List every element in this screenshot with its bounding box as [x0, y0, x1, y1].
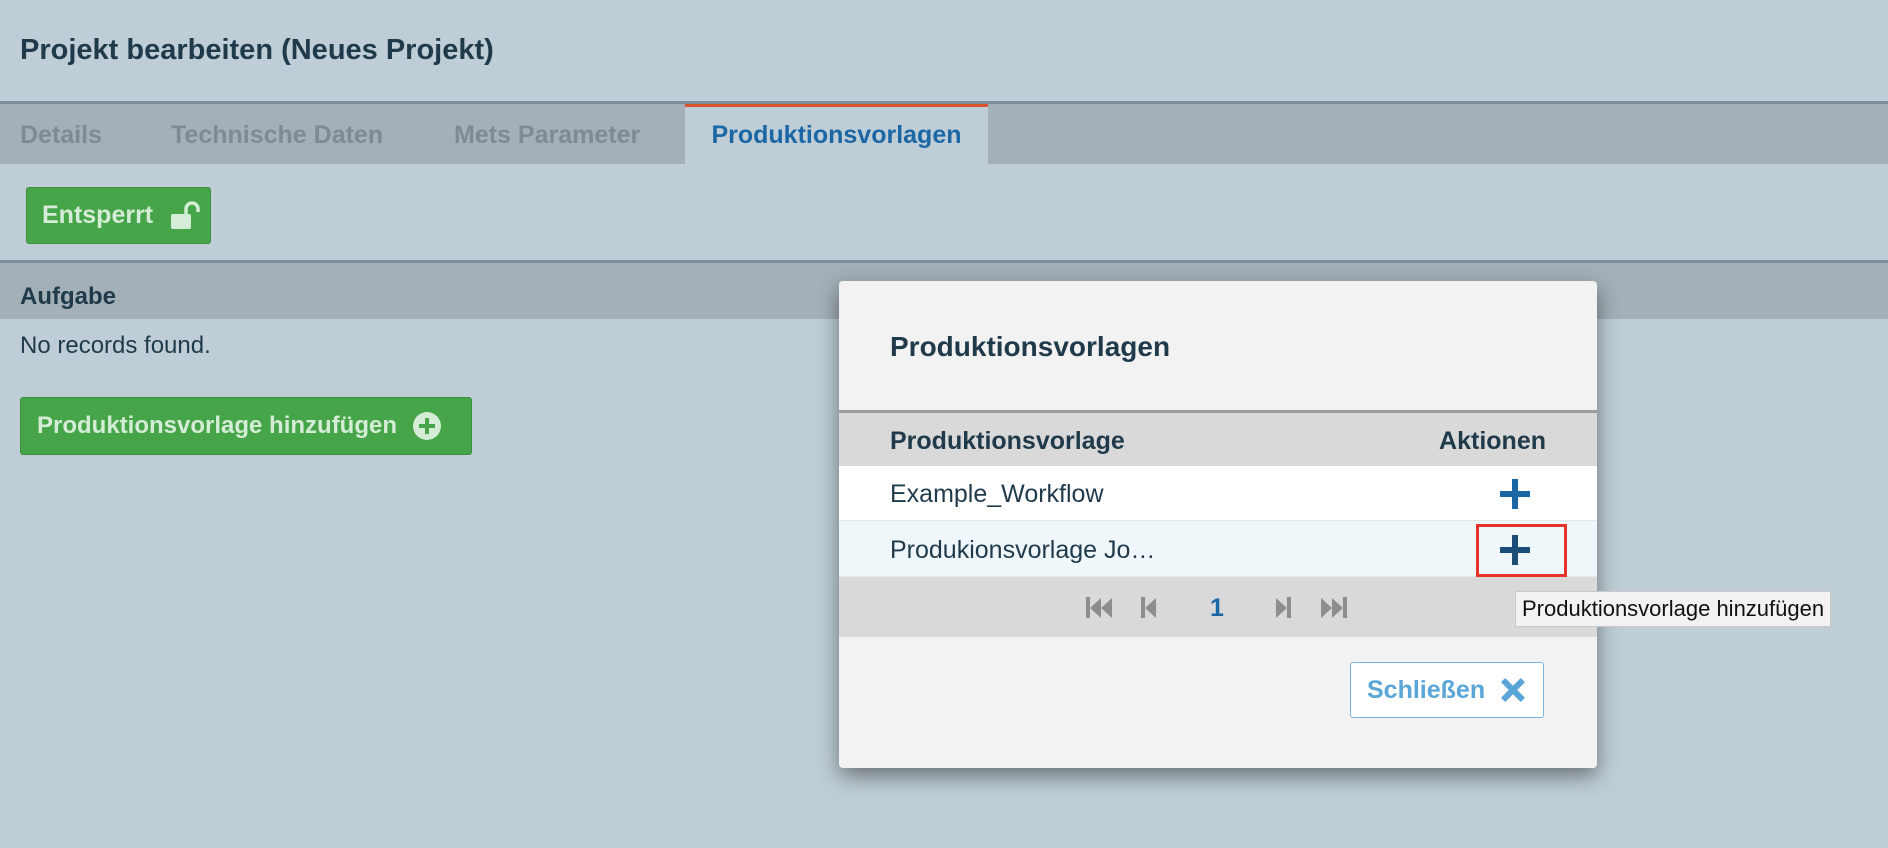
page-header: Projekt bearbeiten (Neues Projekt): [0, 0, 1888, 104]
templates-dialog: Produktionsvorlagen Produktionsvorlage A…: [839, 281, 1597, 768]
tab-details[interactable]: Details: [20, 104, 102, 164]
first-page-icon[interactable]: [1086, 597, 1112, 618]
tab-mets-parameter[interactable]: Mets Parameter: [454, 104, 640, 164]
add-template-button-label: Produktionsvorlage hinzufügen: [37, 412, 398, 439]
paginator: 1: [839, 577, 1597, 637]
dialog-title: Produktionsvorlagen: [890, 331, 1171, 362]
unlock-icon: [169, 200, 201, 232]
plus-icon[interactable]: [1500, 479, 1530, 509]
last-page-icon[interactable]: [1321, 597, 1347, 618]
table-row[interactable]: Produkionsvorlage Jo…: [839, 522, 1597, 577]
current-page[interactable]: 1: [1210, 594, 1224, 623]
template-name-cell: Produkionsvorlage Jo…: [890, 536, 1156, 564]
template-name-cell: Example_Workflow: [890, 480, 1104, 508]
column-header-actions: Aktionen: [1439, 427, 1546, 455]
page-title: Projekt bearbeiten (Neues Projekt): [20, 34, 494, 66]
next-page-icon[interactable]: [1276, 597, 1291, 618]
tab-technische-daten[interactable]: Technische Daten: [171, 104, 383, 164]
plus-icon[interactable]: [1500, 535, 1530, 565]
plus-circle-icon: [413, 412, 442, 440]
table-header: Produktionsvorlage Aktionen: [839, 410, 1597, 466]
unlock-button[interactable]: Entsperrt: [26, 187, 211, 244]
table-row[interactable]: Example_Workflow: [839, 466, 1597, 521]
close-button[interactable]: Schließen: [1350, 662, 1544, 718]
tab-produktionsvorlagen[interactable]: Produktionsvorlagen: [685, 104, 988, 164]
tooltip: Produktionsvorlage hinzufügen: [1515, 591, 1832, 627]
add-template-button[interactable]: Produktionsvorlage hinzufügen: [20, 397, 472, 455]
empty-message: No records found.: [20, 332, 211, 359]
column-header-template[interactable]: Produktionsvorlage: [890, 427, 1125, 456]
close-button-label: Schließen: [1367, 675, 1486, 704]
section-title: Aufgabe: [20, 283, 116, 310]
close-icon: [1501, 678, 1525, 702]
tab-bar: Details Technische Daten Mets Parameter …: [0, 104, 1888, 164]
unlock-button-label: Entsperrt: [42, 201, 154, 229]
prev-page-icon[interactable]: [1141, 597, 1156, 618]
